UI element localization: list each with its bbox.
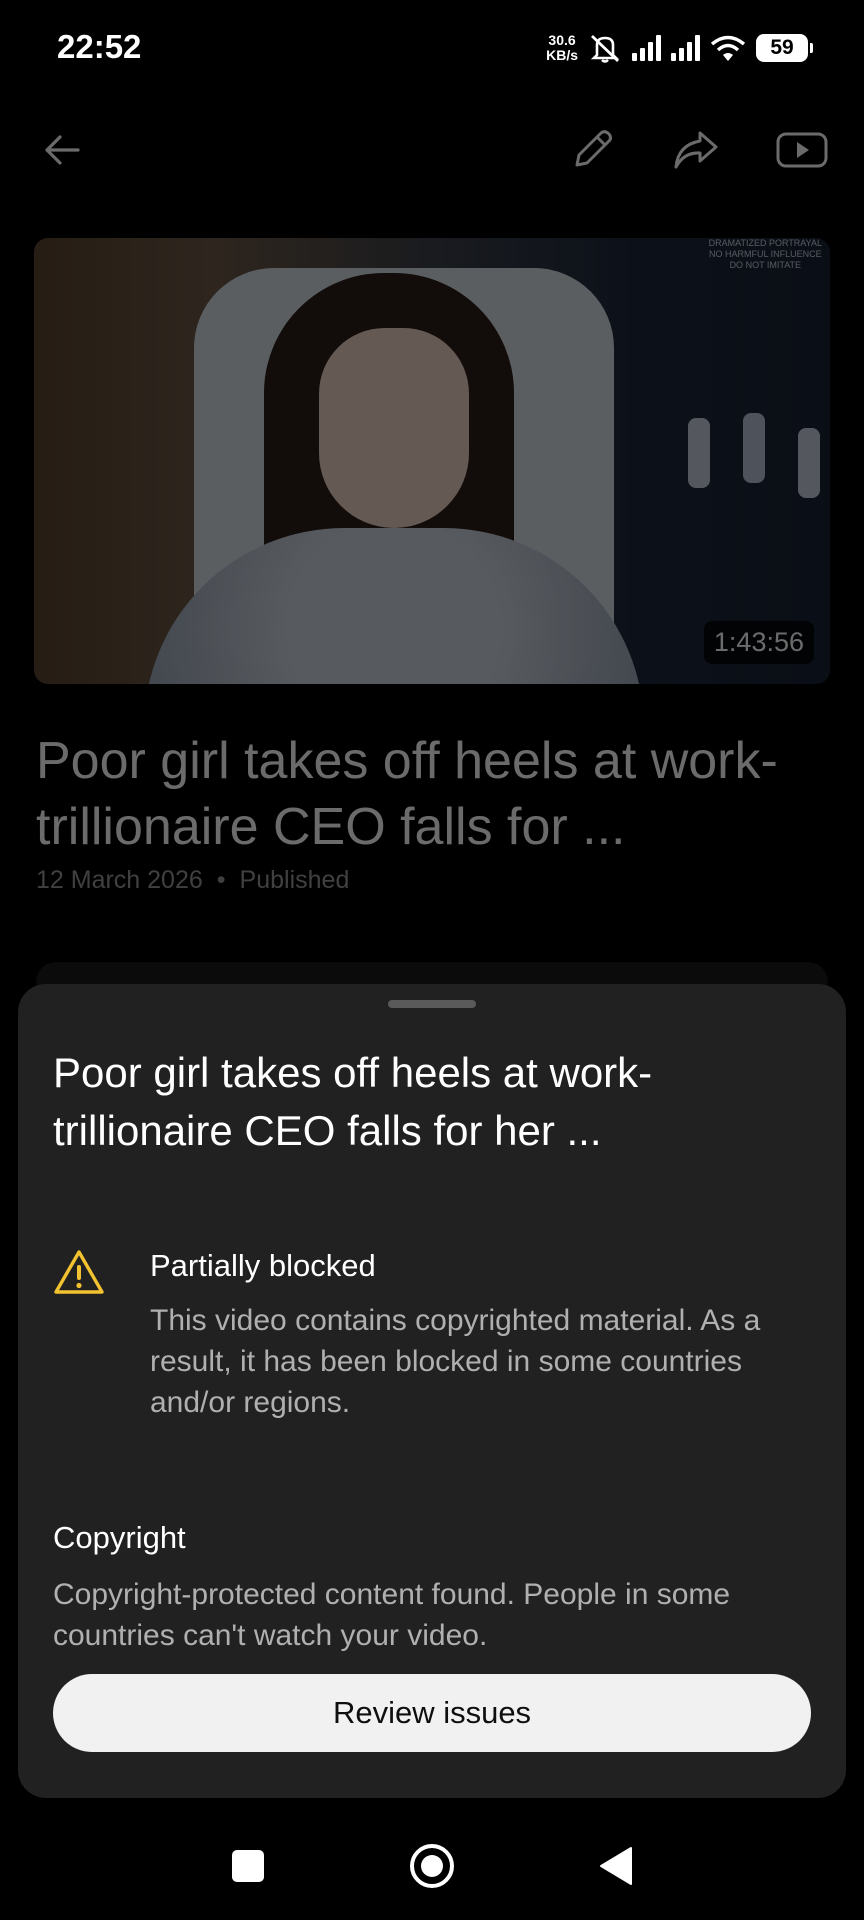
toolbar bbox=[0, 118, 864, 182]
back-triangle-icon[interactable] bbox=[584, 1834, 648, 1898]
edit-pencil-icon[interactable] bbox=[560, 118, 624, 182]
copyright-description: Copyright-protected content found. Peopl… bbox=[53, 1578, 731, 1652]
review-issues-button[interactable]: Review issues bbox=[53, 1674, 811, 1752]
signal-icon bbox=[632, 35, 661, 61]
video-thumbnail[interactable]: DRAMATIZED PORTRAYAL NO HARMFUL INFLUENC… bbox=[34, 238, 830, 684]
meta-separator: • bbox=[216, 866, 226, 894]
wifi-icon bbox=[710, 35, 746, 61]
issue-title: Partially blocked bbox=[150, 1248, 376, 1283]
video-status: Published bbox=[239, 866, 350, 894]
copyright-title: Copyright bbox=[53, 1520, 186, 1555]
thumbnail-watermark: DRAMATIZED PORTRAYAL NO HARMFUL INFLUENC… bbox=[708, 238, 822, 270]
system-nav-bar bbox=[0, 1812, 864, 1920]
status-time: 22:52 bbox=[57, 28, 142, 65]
recents-square-icon[interactable] bbox=[216, 1834, 280, 1898]
video-meta: 12 March 2026 • Published bbox=[36, 866, 349, 895]
share-icon[interactable] bbox=[664, 118, 728, 182]
video-title: Poor girl takes off heels at work-trilli… bbox=[36, 732, 778, 856]
copyright-section: Copyright Copyright-protected content fo… bbox=[53, 1520, 813, 1656]
battery-icon: 59 bbox=[756, 34, 813, 62]
status-bar: 22:52 30.6 KB/s 59 bbox=[0, 0, 864, 96]
signal-icon bbox=[671, 35, 700, 61]
home-circle-icon[interactable] bbox=[400, 1834, 464, 1898]
issue-description: This video contains copyrighted material… bbox=[150, 1304, 761, 1419]
mute-icon bbox=[590, 34, 620, 63]
warning-icon bbox=[54, 1250, 104, 1294]
drag-handle[interactable] bbox=[388, 1000, 476, 1008]
network-speed: 30.6 KB/s bbox=[546, 32, 578, 63]
status-icons: 30.6 KB/s 59 bbox=[546, 28, 813, 68]
video-date: 12 March 2026 bbox=[36, 866, 203, 894]
youtube-icon[interactable] bbox=[770, 118, 834, 182]
sheet-title: Poor girl takes off heels at work-trilli… bbox=[53, 1049, 653, 1154]
back-arrow-icon[interactable] bbox=[30, 118, 94, 182]
issues-bottom-sheet: Poor girl takes off heels at work-trilli… bbox=[18, 984, 846, 1798]
video-duration: 1:43:56 bbox=[703, 621, 814, 664]
